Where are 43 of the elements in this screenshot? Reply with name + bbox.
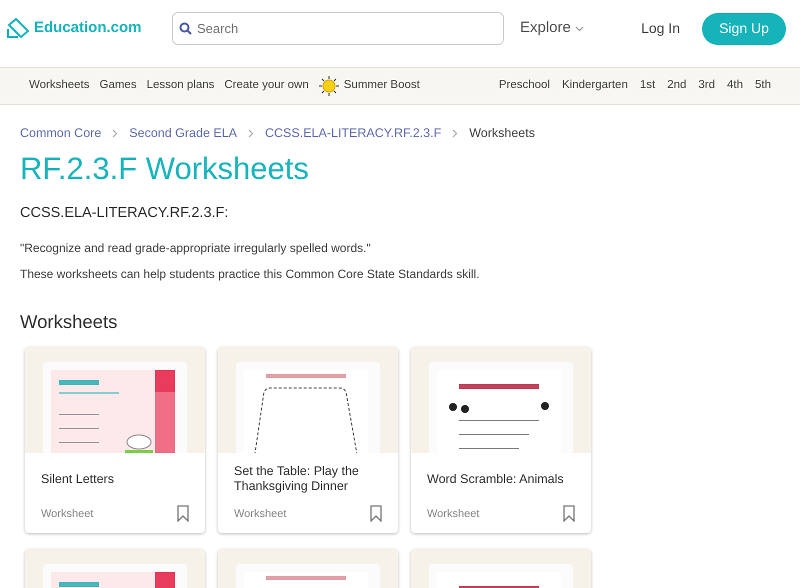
page-title: RF.2.3.F Worksheets (20, 150, 310, 188)
chevron-right-icon (248, 128, 254, 138)
section-title: Worksheets (20, 310, 118, 334)
breadcrumb-link[interactable]: CCSS.ELA-LITERACY.RF.2.3.F (265, 124, 442, 143)
nav-link[interactable]: Games (100, 77, 137, 95)
login-link[interactable]: Log In (641, 18, 680, 39)
grade-link[interactable]: Preschool (498, 77, 550, 95)
breadcrumb-link[interactable]: Common Core (20, 124, 102, 143)
search-icon (179, 22, 192, 35)
nav-link[interactable]: Worksheets (29, 77, 90, 95)
worksheet-card[interactable]: Silent Letters Worksheet (25, 347, 205, 534)
worksheet-card[interactable]: Set the Table: Play the Thanksgiving Dinner Worksheet (218, 347, 398, 534)
resource-type: Worksheet (234, 506, 286, 522)
chevron-right-icon (452, 128, 458, 138)
chevron-right-icon (112, 128, 118, 138)
sun-icon (318, 76, 339, 96)
chevron-down-icon (574, 26, 584, 32)
nav-link[interactable]: Lesson plans (146, 77, 214, 95)
grade-link[interactable]: 2nd (667, 77, 686, 95)
grade-link[interactable]: 4th (727, 77, 743, 95)
bookmark-icon[interactable] (370, 505, 382, 522)
bookmark-icon[interactable] (563, 505, 575, 522)
bookmark-icon[interactable] (177, 505, 189, 522)
breadcrumb-link[interactable]: Second Grade ELA (129, 124, 237, 143)
explore-menu[interactable]: Explore (520, 17, 584, 40)
nav-link[interactable]: Create your own (224, 77, 309, 95)
resource-type: Worksheet (41, 506, 94, 522)
resource-type: Worksheet (427, 506, 480, 522)
standard-code: CCSS.ELA-LITERACY.RF.2.3.F: (20, 204, 230, 223)
search-field[interactable]: Search (172, 12, 504, 45)
grade-link[interactable]: 5th (755, 77, 771, 95)
standard-quote: "Recognize and read grade-appropriate irregularly spelled words." (20, 240, 372, 256)
nav-link[interactable]: Summer Boost (318, 76, 420, 96)
card-title[interactable]: Set the Table: Play the Thanksgiving Dinner (234, 464, 382, 494)
grade-link[interactable]: 1st (640, 77, 656, 95)
worksheet-card[interactable]: Word Scramble: Animals Worksheet (411, 347, 591, 534)
logo-icon[interactable] (6, 16, 32, 40)
card-title[interactable]: Silent Letters (41, 472, 114, 487)
standard-description: These worksheets can help students practice this Common Core State Standards skill. (20, 266, 481, 282)
card-title[interactable]: Word Scramble: Animals (427, 472, 564, 487)
grade-link[interactable]: Kindergarten (562, 77, 628, 95)
grade-link[interactable]: 3rd (698, 77, 715, 95)
breadcrumb-current-page: Worksheets (469, 125, 535, 142)
